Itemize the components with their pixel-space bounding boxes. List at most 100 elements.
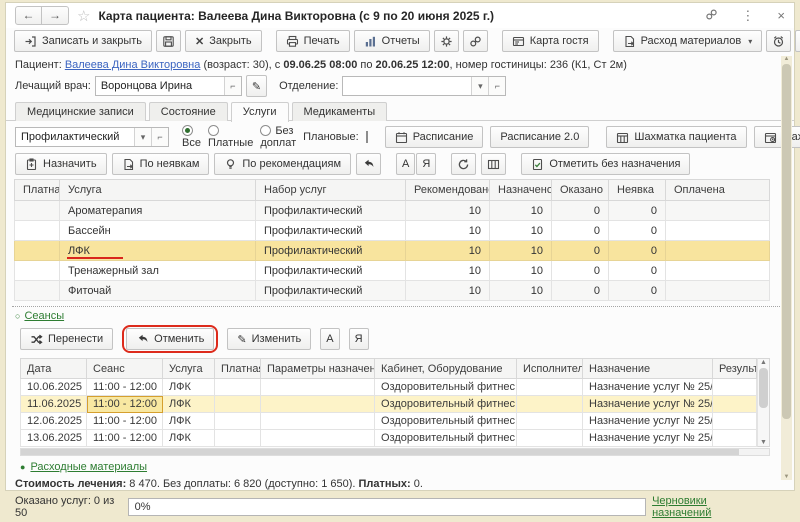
reports-label: Отчеты [382, 35, 420, 47]
cell: 0 [609, 281, 666, 301]
department-open-icon[interactable]: ⌐ [488, 77, 505, 95]
doctor-input[interactable] [96, 77, 224, 95]
department-dropdown-icon[interactable]: ▾ [471, 77, 488, 95]
egisz-button[interactable]: ЕГИСЗ▾ [795, 30, 800, 52]
forward-button[interactable]: → [42, 6, 69, 25]
materials-expense-button[interactable]: Расход материалов ▾ [613, 30, 763, 52]
provided-services-label: Оказано услуг: 0 из 50 [15, 495, 122, 519]
table-row-selected[interactable]: ЛФК Профилактический 10 10 0 0 [15, 241, 770, 261]
cell [713, 396, 757, 413]
service-set-input[interactable] [16, 128, 134, 146]
guest-card-button[interactable]: Карта гостя [502, 30, 599, 52]
cell: 11.06.2025 [21, 396, 87, 413]
scroll-up-icon[interactable]: ▲ [784, 56, 790, 62]
undo-assign-button[interactable] [356, 153, 381, 175]
tab-medical-records[interactable]: Медицинские записи [15, 102, 146, 121]
service-set-open-icon[interactable]: ⌐ [151, 128, 168, 146]
pencil-icon: ✎ [252, 80, 261, 93]
table-row[interactable]: Фиточай Профилактический 10 10 0 0 [15, 281, 770, 301]
cell [15, 201, 60, 221]
cancel-session-button[interactable]: Отменить [126, 328, 214, 350]
col-header: Оказано [552, 180, 609, 201]
drafts-link[interactable]: Черновики назначений [652, 495, 761, 519]
tab-state[interactable]: Состояние [149, 102, 228, 121]
window-vertical-scrollbar[interactable]: ▲ ▼ [781, 56, 792, 480]
table-row[interactable]: 13.06.2025 11:00 - 12:00 ЛФК Оздоровител… [21, 430, 757, 447]
schedule-button[interactable]: Расписание [385, 126, 484, 148]
sessions-sort-a-button[interactable]: А [320, 328, 339, 350]
sessions-sort-ya-button[interactable]: Я [349, 328, 369, 350]
patient-name-link[interactable]: Валеева Дина Викторовна [65, 59, 201, 71]
link-button[interactable] [463, 30, 488, 52]
mark-without-assignment-button[interactable]: Отметить без назначения [521, 153, 690, 175]
cell [261, 396, 375, 413]
sort-ya-button[interactable]: Я [416, 153, 436, 175]
scrollbar-thumb[interactable] [782, 64, 791, 419]
edit-session-button[interactable]: ✎Изменить [227, 328, 311, 350]
favorite-icon[interactable]: ☆ [77, 7, 90, 25]
close-button[interactable]: ✕Закрыть [185, 30, 262, 52]
doctor-row: Лечащий врач: ⌐ ✎ Отделение: ▾ ⌐ [6, 72, 794, 99]
scrollbar-thumb[interactable] [759, 368, 768, 408]
department-input[interactable] [343, 77, 471, 95]
materials-section-link[interactable]: Расходные материалы [30, 461, 147, 473]
collapse-circle-icon[interactable]: ○ [15, 311, 20, 321]
reports-button[interactable]: Отчеты [354, 30, 430, 52]
cell [15, 221, 60, 241]
table-row[interactable]: 12.06.2025 11:00 - 12:00 ЛФК Оздоровител… [21, 413, 757, 430]
reminder-button[interactable] [766, 30, 791, 52]
chevron-down-icon: ▾ [748, 37, 752, 46]
radio-no-surcharge[interactable]: Без доплат [260, 125, 296, 149]
chess-sessions-button[interactable]: Шахматка сеансов [754, 126, 800, 148]
sessions-horizontal-scrollbar[interactable] [20, 448, 770, 456]
cell: Назначение услуг № 25/00164 от ... [583, 379, 713, 396]
service-button[interactable] [434, 30, 459, 52]
table-row[interactable]: 10.06.2025 11:00 - 12:00 ЛФК Оздоровител… [21, 379, 757, 396]
sessions-vertical-scrollbar[interactable]: ▲ ▼ [757, 358, 770, 447]
cell: 13.06.2025 [21, 430, 87, 447]
tab-medications[interactable]: Медикаменты [292, 102, 388, 121]
radio-paid[interactable]: Платные [208, 125, 253, 149]
doctor-open-icon[interactable]: ⌐ [224, 77, 241, 95]
radio-all[interactable]: Все [182, 125, 201, 149]
move-session-button[interactable]: Перенести [20, 328, 113, 350]
scroll-down-icon[interactable]: ▼ [760, 439, 767, 446]
table-row[interactable]: Ароматерапия Профилактический 10 10 0 0 [15, 201, 770, 221]
table-row[interactable]: Тренажерный зал Профилактический 10 10 0… [15, 261, 770, 281]
cell: Назначение услуг № 25/00164 от ... [583, 430, 713, 447]
service-set-dropdown-icon[interactable]: ▾ [134, 128, 151, 146]
cell: 10 [490, 281, 552, 301]
sessions-section-link[interactable]: Сеансы [24, 310, 64, 322]
print-button[interactable]: Печать [276, 30, 350, 52]
cell: 10 [406, 261, 490, 281]
save-and-close-button[interactable]: Записать и закрыть [14, 30, 152, 52]
close-label: Закрыть [209, 35, 251, 47]
more-menu-icon[interactable]: ⋮ [741, 8, 754, 24]
scroll-up-icon[interactable]: ▲ [760, 359, 767, 366]
columns-icon [487, 158, 500, 171]
cell: 11:00 - 12:00 [87, 413, 163, 430]
cell: 10 [490, 201, 552, 221]
refresh-button[interactable] [451, 153, 476, 175]
scrollbar-thumb[interactable] [21, 449, 739, 455]
by-recommendations-button[interactable]: По рекомендациям [214, 153, 351, 175]
doctor-edit-button[interactable]: ✎ [246, 75, 267, 97]
close-window-icon[interactable]: × [777, 8, 785, 23]
patient-summary: Пациент: Валеева Дина Викторовна (возрас… [6, 55, 794, 72]
tab-services[interactable]: Услуги [231, 102, 289, 122]
sort-a-button[interactable]: А [396, 153, 415, 175]
link-icon [469, 35, 482, 48]
table-row[interactable]: Бассейн Профилактический 10 10 0 0 [15, 221, 770, 241]
chess-patient-button[interactable]: Шахматка пациента [606, 126, 746, 148]
back-button[interactable]: ← [15, 6, 42, 25]
planned-checkbox[interactable] [366, 131, 368, 143]
scroll-down-icon[interactable]: ▼ [784, 474, 790, 480]
assign-button[interactable]: Назначить [15, 153, 107, 175]
save-button[interactable] [156, 30, 181, 52]
get-link-icon[interactable] [705, 8, 718, 24]
columns-button[interactable] [481, 153, 506, 175]
table-row-selected[interactable]: 11.06.2025 11:00 - 12:00 ЛФК Оздоровител… [21, 396, 757, 413]
by-no-shows-button[interactable]: По неявкам [112, 153, 210, 175]
planned-label: Плановые: [303, 131, 359, 143]
schedule2-button[interactable]: Расписание 2.0 [490, 126, 589, 148]
